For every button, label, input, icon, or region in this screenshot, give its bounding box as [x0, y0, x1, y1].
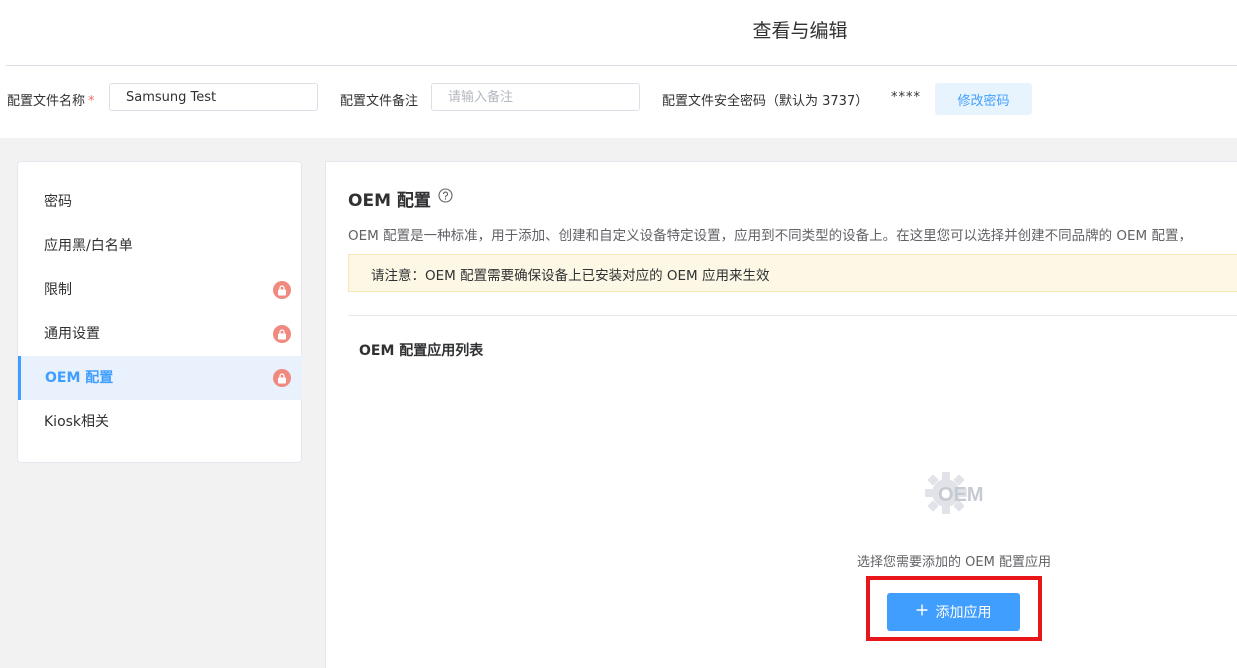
sidebar-item-restrictions[interactable]: 限制 [18, 268, 302, 312]
sidebar-item-oem-config[interactable]: OEM 配置 [18, 356, 302, 400]
header-panel: 查看与编辑 配置文件名称* 配置文件备注 配置文件安全密码（默认为 3737） … [0, 0, 1237, 138]
section-title: OEM 配置 [348, 191, 431, 211]
add-app-button[interactable]: 添加应用 [887, 593, 1020, 631]
question-circle-icon[interactable] [438, 188, 453, 207]
change-password-button[interactable]: 修改密码 [935, 83, 1032, 115]
section-description: OEM 配置是一种标准，用于添加、创建和自定义设备特定设置，应用到不同类型的设备… [348, 228, 1192, 244]
svg-text:OEM: OEM [938, 484, 984, 506]
sidebar-item-label: Kiosk相关 [44, 414, 110, 430]
sidebar-item-general-settings[interactable]: 通用设置 [18, 312, 302, 356]
header-divider [6, 65, 1237, 66]
sidebar-item-label: 应用黑/白名单 [44, 238, 133, 254]
sidebar-item-label: OEM 配置 [45, 370, 114, 386]
add-app-button-label: 添加应用 [935, 605, 992, 621]
security-password-label: 配置文件安全密码（默认为 3737） [662, 94, 869, 109]
sidebar-item-kiosk[interactable]: Kiosk相关 [18, 400, 302, 444]
lock-icon [273, 325, 291, 343]
profile-remark-input[interactable] [431, 83, 640, 111]
profile-remark-label: 配置文件备注 [340, 94, 419, 109]
lock-icon [273, 281, 291, 299]
password-mask: **** [891, 90, 921, 105]
sidebar-item-label: 限制 [44, 282, 72, 298]
oem-gear-icon: OEM [920, 467, 990, 523]
main-content-panel: OEM 配置 OEM 配置是一种标准，用于添加、创建和自定义设备特定设置，应用到… [325, 161, 1237, 668]
page-title: 查看与编辑 [752, 20, 848, 42]
section-divider [348, 315, 1237, 316]
lock-icon [273, 369, 291, 387]
sidebar-nav: 密码 应用黑/白名单 限制 通用设置 OEM 配置 Kiosk相关 [17, 161, 302, 463]
notice-banner: 请注意：OEM 配置需要确保设备上已安装对应的 OEM 应用来生效 [348, 254, 1237, 292]
empty-state-text: 选择您需要添加的 OEM 配置应用 [857, 555, 1051, 570]
sidebar-item-password[interactable]: 密码 [18, 180, 302, 224]
oem-app-list-title: OEM 配置应用列表 [359, 343, 484, 359]
sidebar-item-app-blacklist-whitelist[interactable]: 应用黑/白名单 [18, 224, 302, 268]
required-mark: * [88, 94, 95, 109]
sidebar-item-label: 通用设置 [44, 326, 100, 342]
plus-icon [916, 604, 928, 620]
sidebar-item-label: 密码 [44, 194, 72, 210]
notice-text: 请注意：OEM 配置需要确保设备上已安装对应的 OEM 应用来生效 [371, 268, 770, 284]
profile-name-input[interactable] [109, 83, 318, 111]
profile-name-label: 配置文件名称 * [7, 94, 95, 109]
